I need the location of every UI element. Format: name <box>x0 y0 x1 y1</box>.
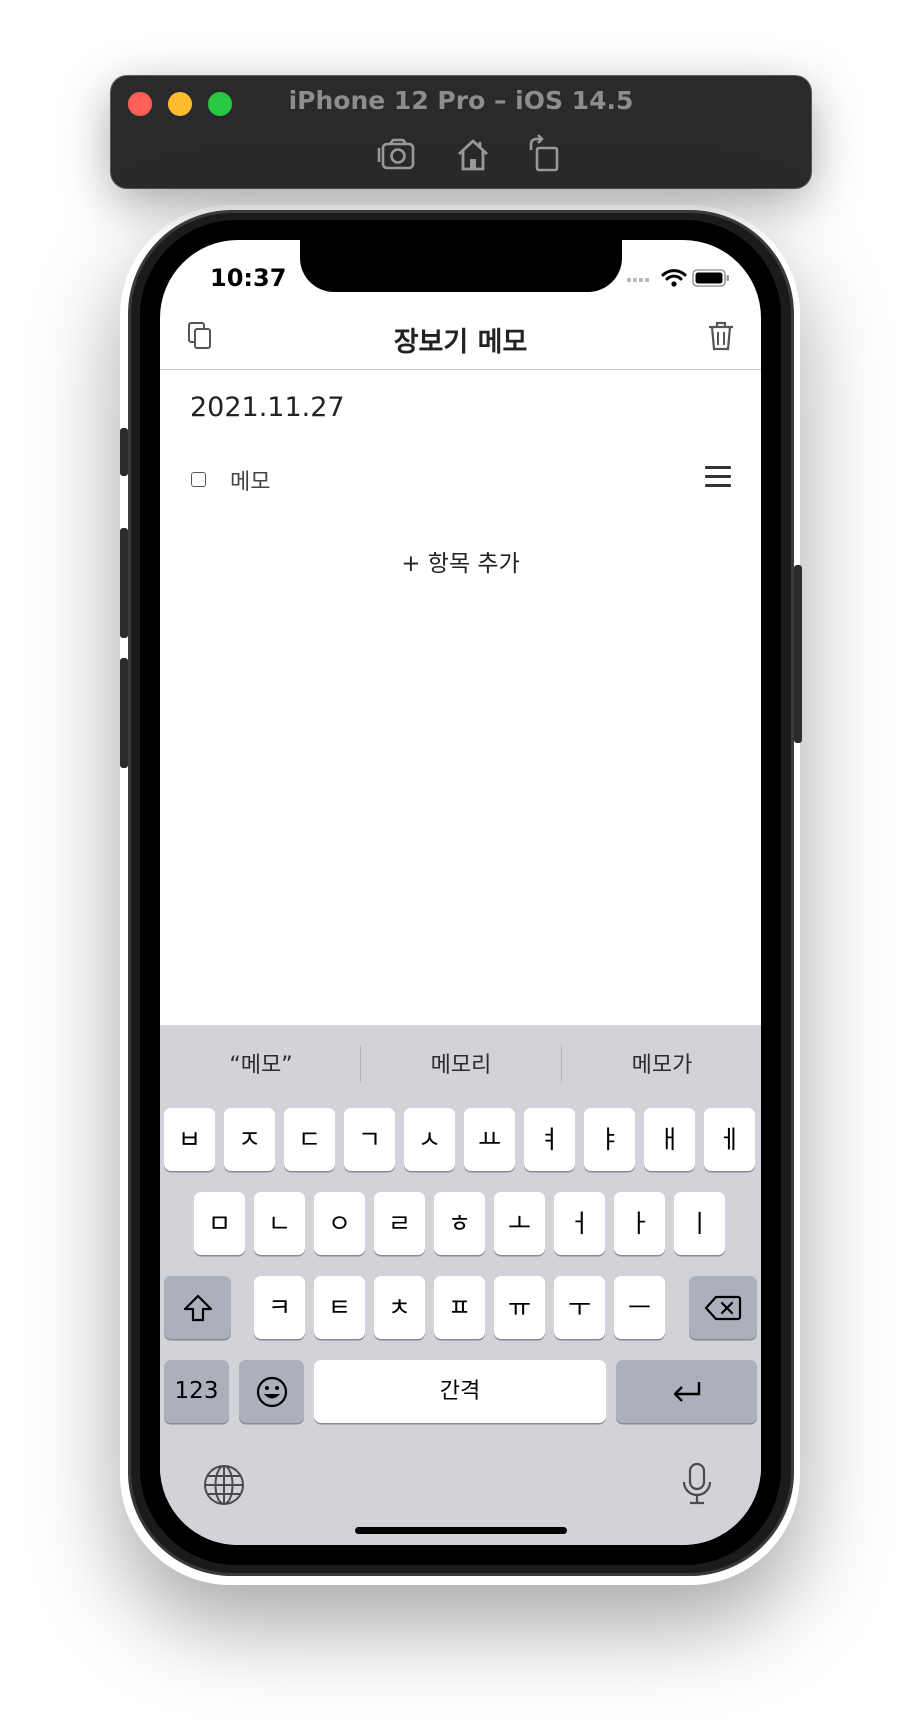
return-key[interactable] <box>616 1360 757 1423</box>
key[interactable]: ㅌ <box>314 1276 365 1339</box>
phone-screen: 10:37 장보기 메모 2021.11.27 메모 + 항목 추가 “메모” … <box>160 240 761 1545</box>
suggestion-item[interactable]: 메모가 <box>562 1047 761 1079</box>
key[interactable]: ㅊ <box>374 1276 425 1339</box>
key[interactable]: ㅈ <box>224 1108 275 1171</box>
home-icon <box>458 139 488 171</box>
app-header: 장보기 메모 <box>160 312 761 370</box>
key[interactable]: ㅗ <box>494 1192 545 1255</box>
item-text[interactable]: 메모 <box>230 464 270 496</box>
home-indicator[interactable] <box>355 1527 567 1534</box>
key[interactable]: ㅁ <box>194 1192 245 1255</box>
key[interactable]: ㄹ <box>374 1192 425 1255</box>
memo-date: 2021.11.27 <box>190 392 345 423</box>
item-checkbox[interactable] <box>191 472 206 487</box>
key[interactable]: ㅣ <box>674 1192 725 1255</box>
key[interactable]: ㅑ <box>584 1108 635 1171</box>
shift-key[interactable] <box>164 1276 231 1339</box>
key[interactable]: ㅕ <box>524 1108 575 1171</box>
shift-icon <box>183 1294 212 1321</box>
suggestion-bar: “메모” 메모리 메모가 <box>160 1025 761 1103</box>
key[interactable]: ㄴ <box>254 1192 305 1255</box>
simulator-title: iPhone 12 Pro – iOS 14.5 <box>288 86 634 115</box>
rotate-button[interactable] <box>523 132 567 176</box>
battery-icon <box>692 269 729 287</box>
volume-up-button <box>120 528 128 638</box>
volume-down-button <box>120 658 128 768</box>
key[interactable]: ㅡ <box>614 1276 665 1339</box>
key[interactable]: ㅎ <box>434 1192 485 1255</box>
status-time: 10:37 <box>210 264 287 292</box>
key[interactable]: ㄱ <box>344 1108 395 1171</box>
page-title: 장보기 메모 <box>393 327 528 358</box>
key[interactable]: ㅂ <box>164 1108 215 1171</box>
camera-icon <box>377 138 415 170</box>
screenshot-button[interactable] <box>374 132 418 176</box>
key[interactable]: ㅍ <box>434 1276 485 1339</box>
key[interactable]: ㅠ <box>494 1276 545 1339</box>
space-key[interactable]: 간격 <box>314 1360 606 1423</box>
silent-switch <box>120 428 128 476</box>
emoji-icon <box>256 1376 287 1407</box>
key[interactable]: ㅋ <box>254 1276 305 1339</box>
backspace-key[interactable] <box>689 1276 757 1339</box>
signal-icon <box>627 278 649 282</box>
drag-handle-icon[interactable] <box>705 464 733 490</box>
notch <box>300 240 622 292</box>
suggestion-item[interactable]: 메모리 <box>361 1047 561 1079</box>
trash-icon <box>709 321 733 351</box>
suggestion-item[interactable]: “메모” <box>161 1047 361 1079</box>
simulator-stage: iPhone 12 Pro – iOS 14.5 10:37 장보기 메모 20… <box>0 0 922 1726</box>
add-item-button[interactable]: + 항목 추가 <box>160 544 761 578</box>
simulator-toolbar: iPhone 12 Pro – iOS 14.5 <box>111 76 811 188</box>
rotate-icon <box>529 134 559 172</box>
emoji-key[interactable] <box>239 1360 304 1423</box>
status-indicators <box>627 269 729 287</box>
status-icons <box>627 266 731 290</box>
home-button[interactable] <box>451 132 495 176</box>
key[interactable]: ㄷ <box>284 1108 335 1171</box>
key[interactable]: ㅇ <box>314 1192 365 1255</box>
globe-icon[interactable] <box>201 1462 247 1508</box>
keyboard: “메모” 메모리 메모가 ㅂ ㅈ ㄷ ㄱ ㅅ ㅛ ㅕ ㅑ ㅐ ㅔ ㅁ ㄴ ㅇ ㄹ… <box>160 1025 761 1545</box>
key[interactable]: ㅜ <box>554 1276 605 1339</box>
numbers-key[interactable]: 123 <box>164 1360 229 1423</box>
key[interactable]: ㅓ <box>554 1192 605 1255</box>
key[interactable]: ㅛ <box>464 1108 515 1171</box>
key[interactable]: ㅏ <box>614 1192 665 1255</box>
key[interactable]: ㅔ <box>704 1108 755 1171</box>
simulator-tools <box>111 132 811 176</box>
return-icon <box>673 1381 700 1402</box>
wifi-icon <box>661 269 687 287</box>
key[interactable]: ㅐ <box>644 1108 695 1171</box>
backspace-icon <box>704 1295 742 1320</box>
key[interactable]: ㅅ <box>404 1108 455 1171</box>
list-item: 메모 <box>160 460 761 500</box>
microphone-icon[interactable] <box>674 1460 720 1506</box>
delete-button[interactable] <box>701 316 741 356</box>
power-button <box>794 565 802 743</box>
